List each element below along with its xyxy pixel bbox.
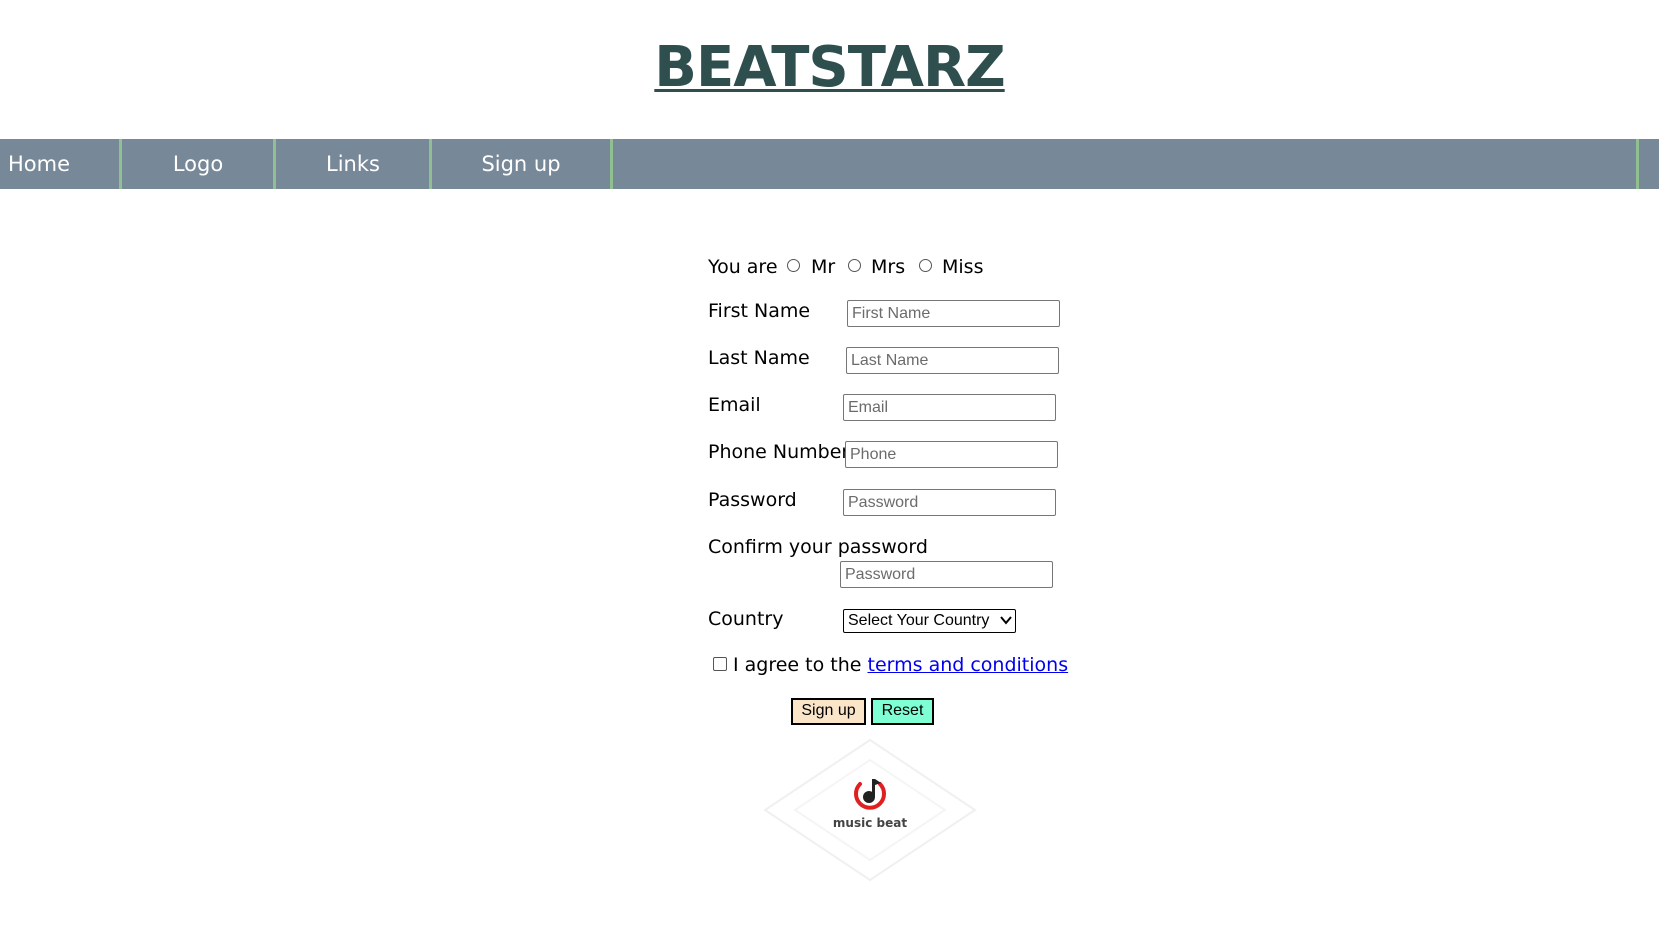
phone-label: Phone Number <box>708 441 850 463</box>
nav-item-home[interactable]: Home <box>0 139 120 189</box>
terms-text: I agree to the terms and conditions <box>733 654 1068 676</box>
email-label: Email <box>708 394 761 416</box>
country-label: Country <box>708 608 784 630</box>
terms-checkbox[interactable] <box>713 657 727 671</box>
password-label: Password <box>708 489 797 511</box>
phone-input[interactable] <box>845 441 1058 468</box>
confirm-password-input[interactable] <box>840 561 1053 588</box>
music-note-icon <box>854 779 886 810</box>
page: BEATSTARZ Home Logo Links Sign up You ar… <box>0 0 1659 933</box>
radio-mr-label: Mr <box>811 256 836 278</box>
last-name-input[interactable] <box>846 347 1059 374</box>
salutation-label: You are <box>708 256 778 278</box>
reset-button[interactable]: Reset <box>871 698 934 725</box>
logo-caption: music beat <box>832 816 908 830</box>
radio-mrs-label: Mrs <box>871 256 906 278</box>
password-input[interactable] <box>843 489 1056 516</box>
nav-separator <box>610 139 613 189</box>
first-name-input[interactable] <box>847 300 1060 327</box>
main-nav: Home Logo Links Sign up <box>0 139 1659 189</box>
radio-miss[interactable] <box>919 259 932 272</box>
country-select-value: Select Your Country <box>848 612 990 629</box>
radio-mrs[interactable] <box>848 259 861 272</box>
music-beat-logo: music beat <box>750 735 990 885</box>
sign-up-button[interactable]: Sign up <box>791 698 866 725</box>
country-select[interactable]: Select Your Country <box>843 609 1016 633</box>
last-name-label: Last Name <box>708 347 810 369</box>
radio-mr[interactable] <box>787 259 800 272</box>
terms-prefix: I agree to the <box>733 654 868 676</box>
nav-item-links[interactable]: Links <box>276 139 430 189</box>
confirm-password-label: Confirm your password <box>708 536 928 558</box>
nav-item-sign-up[interactable]: Sign up <box>432 139 610 189</box>
first-name-label: First Name <box>708 300 811 322</box>
terms-link[interactable]: terms and conditions <box>868 654 1069 676</box>
nav-item-logo[interactable]: Logo <box>122 139 274 189</box>
email-input[interactable] <box>843 394 1056 421</box>
site-title: BEATSTARZ <box>654 35 1005 100</box>
chevron-down-icon <box>1000 616 1012 625</box>
radio-miss-label: Miss <box>942 256 984 278</box>
nav-separator <box>1636 139 1639 189</box>
